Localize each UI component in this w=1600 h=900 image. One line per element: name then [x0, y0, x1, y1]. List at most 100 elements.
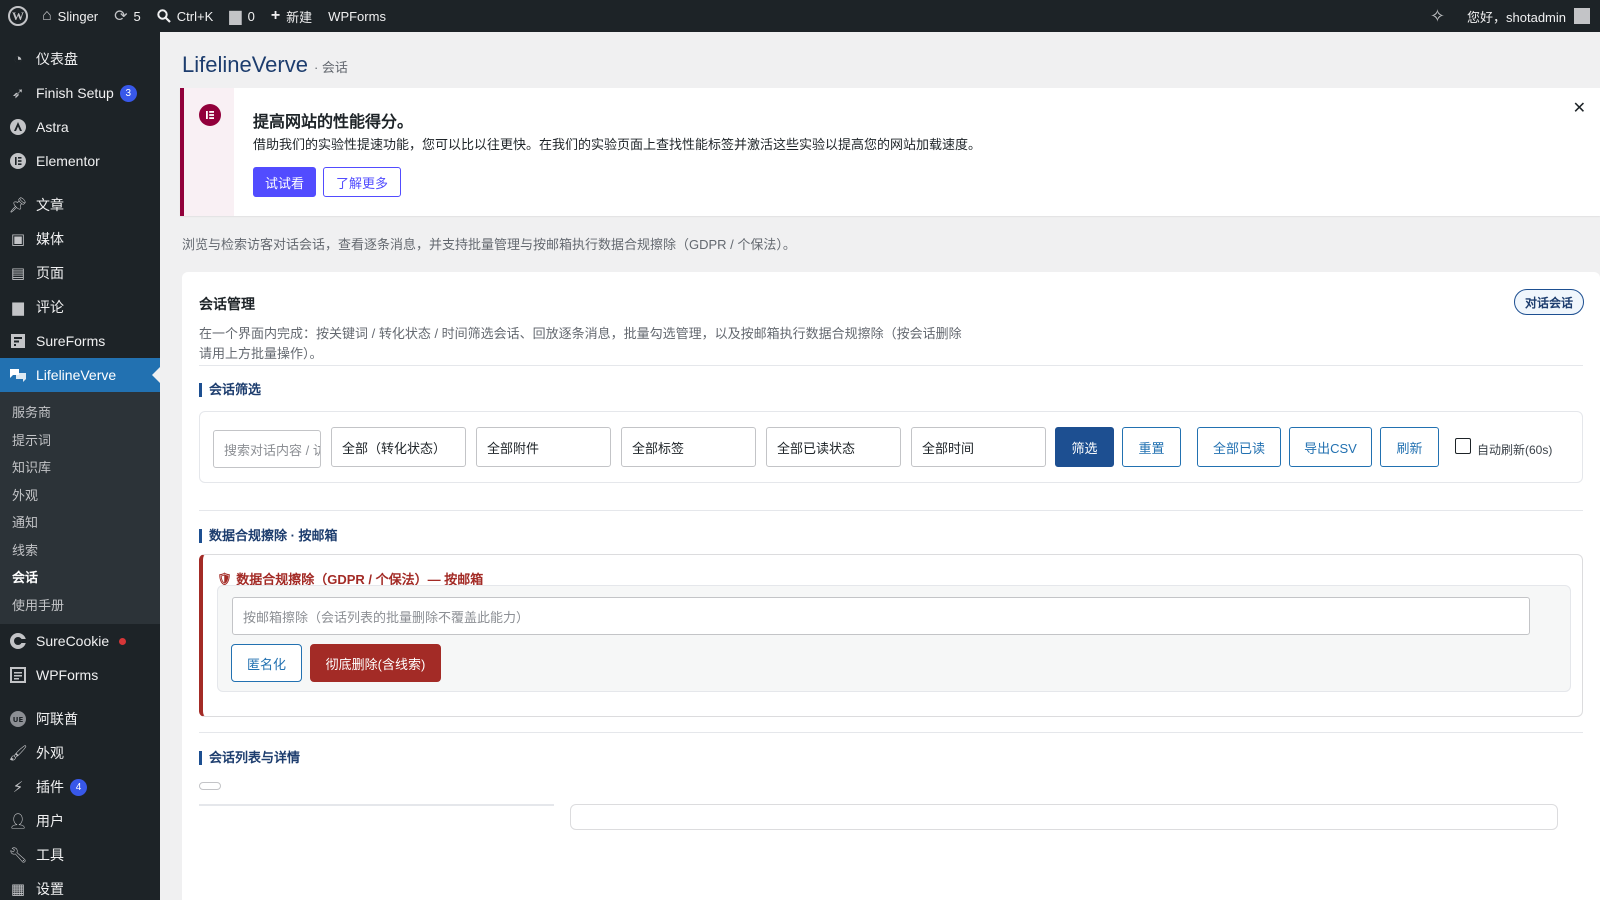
- filter-section-title: 会话筛选: [199, 383, 261, 397]
- reset-button[interactable]: 重置: [1122, 427, 1181, 467]
- media-icon: ▣: [10, 231, 26, 248]
- pin-icon: 📌︎: [8, 197, 28, 214]
- submenu-conversations[interactable]: 会话: [0, 563, 160, 591]
- list-toolbar-placeholder: [199, 782, 221, 790]
- menu-settings[interactable]: ▦ 设置: [0, 872, 160, 900]
- tag-select[interactable]: 全部标签: [621, 427, 756, 467]
- menu-uae[interactable]: UE 阿联酋: [0, 702, 160, 736]
- menu-label: 用户: [36, 813, 64, 829]
- count-badge: 3: [119, 84, 137, 102]
- settings-icon: ▦: [10, 881, 26, 898]
- comments-count: 0: [247, 8, 255, 24]
- ai-assistant-link[interactable]: ✧: [1422, 0, 1459, 32]
- surecookie-icon: [8, 631, 28, 651]
- comment-icon: ▆: [12, 299, 24, 316]
- submenu-prompts[interactable]: 提示词: [0, 426, 160, 454]
- attachment-select[interactable]: 全部附件: [476, 427, 611, 467]
- conversation-pill-badge: 对话会话: [1513, 289, 1584, 315]
- wrench-icon: 🔧︎: [8, 847, 28, 864]
- menu-label: LifelineVerve: [36, 367, 117, 383]
- erase-email-input[interactable]: 按邮箱擦除（会话列表的批量删除不覆盖此能力）: [232, 597, 1530, 635]
- submenu-knowledge-base[interactable]: 知识库: [0, 453, 160, 481]
- menu-wpforms[interactable]: WPForms: [0, 658, 160, 692]
- anonymize-button[interactable]: 匿名化: [231, 644, 302, 682]
- menu-sureforms[interactable]: SureForms: [0, 324, 160, 358]
- export-csv-button[interactable]: 导出CSV: [1289, 427, 1372, 467]
- menu-media[interactable]: ▣ 媒体: [0, 222, 160, 256]
- my-account-link[interactable]: 您好，shotadmin: [1459, 0, 1600, 32]
- menu-users[interactable]: 👤︎ 用户: [0, 804, 160, 838]
- search-link[interactable]: Ctrl+K: [149, 0, 221, 32]
- list-section-title: 会话列表与详情: [199, 751, 300, 765]
- auto-refresh-label: 自动刷新(60s): [1477, 443, 1553, 457]
- menu-appearance[interactable]: 🖌︎ 外观: [0, 736, 160, 770]
- read-state-select[interactable]: 全部已读状态: [766, 427, 901, 467]
- menu-posts[interactable]: 📌︎ 文章: [0, 188, 160, 222]
- notice-text: 借助我们的实验性提速功能，您可以比以往更快。在我们的实验页面上查找性能标签并激活…: [253, 137, 982, 152]
- menu-pages[interactable]: ▤ 页面: [0, 256, 160, 290]
- menu-label: 页面: [36, 265, 64, 281]
- lifelineverve-submenu: 服务商 提示词 知识库 外观 通知 线索 会话 使用手册: [0, 392, 160, 624]
- menu-surecookie[interactable]: SureCookie: [0, 624, 160, 658]
- ue-icon: UE: [8, 709, 28, 729]
- elementor-icon: [8, 151, 28, 171]
- updates-link[interactable]: ⟳ 5: [106, 0, 149, 32]
- conversion-status-select[interactable]: 全部（转化状态）: [331, 427, 466, 467]
- menu-label: 阿联酋: [36, 711, 78, 727]
- menu-label: Finish Setup: [36, 85, 114, 101]
- menu-astra[interactable]: Astra: [0, 110, 160, 144]
- close-icon[interactable]: ✕: [1573, 98, 1586, 118]
- submenu-appearance[interactable]: 外观: [0, 481, 160, 509]
- admin-bar: W ⌂ Slinger ⟳ 5 Ctrl+K ▆ 0 + 新建 WPForms …: [0, 0, 1600, 32]
- submenu-notifications[interactable]: 通知: [0, 508, 160, 536]
- sureforms-icon: [8, 331, 28, 351]
- menu-comments[interactable]: ▆ 评论: [0, 290, 160, 324]
- menu-plugins[interactable]: ⚡︎ 插件 4: [0, 770, 160, 804]
- page-intro: 浏览与检索访客对话会话，查看逐条消息，并支持批量管理与按邮箱执行数据合规擦除（G…: [182, 237, 796, 252]
- permanent-delete-button[interactable]: 彻底删除(含线索): [310, 644, 441, 682]
- page-title: LifelineVerve: [182, 52, 308, 77]
- gdpr-form: 按邮箱擦除（会话列表的批量删除不覆盖此能力） 匿名化 彻底删除(含线索): [217, 585, 1571, 692]
- menu-finish-setup[interactable]: ➶ Finish Setup 3: [0, 76, 160, 110]
- sparkle-icon: ✧: [1429, 5, 1446, 26]
- wpforms-adminbar-label: WPForms: [328, 8, 386, 24]
- menu-tools[interactable]: 🔧︎ 工具: [0, 838, 160, 872]
- brush-icon: 🖌︎: [8, 745, 28, 762]
- search-shortcut-label: Ctrl+K: [176, 8, 214, 24]
- elementor-performance-notice: 提高网站的性能得分。 借助我们的实验性提速功能，您可以比以往更快。在我们的实验页…: [180, 88, 1600, 216]
- rocket-icon: ➶: [11, 85, 25, 102]
- site-name-link[interactable]: ⌂ Slinger: [34, 0, 106, 32]
- comments-link[interactable]: ▆ 0: [221, 0, 263, 32]
- try-it-button[interactable]: 试试看: [253, 167, 317, 197]
- menu-label: 文章: [36, 197, 64, 213]
- notice-title: 提高网站的性能得分。: [253, 114, 414, 131]
- menu-elementor[interactable]: Elementor: [0, 144, 160, 178]
- chat-icon: [8, 365, 28, 385]
- auto-refresh-checkbox[interactable]: [1455, 438, 1471, 454]
- new-content-link[interactable]: + 新建: [263, 0, 320, 32]
- menu-dashboard[interactable]: ◔ 仪表盘: [0, 42, 160, 76]
- filter-button[interactable]: 筛选: [1055, 427, 1114, 467]
- wpforms-adminbar-link[interactable]: WPForms: [320, 0, 394, 32]
- user-icon: 👤︎: [8, 813, 28, 830]
- gdpr-erasure-panel: 🛡︎ 数据合规擦除（GDPR / 个保法）— 按邮箱 按邮箱擦除（会话列表的批量…: [199, 554, 1583, 717]
- learn-more-button[interactable]: 了解更多: [323, 167, 402, 197]
- refresh-button[interactable]: 刷新: [1380, 427, 1439, 467]
- conversation-list-panel: [199, 804, 554, 806]
- submenu-providers[interactable]: 服务商: [0, 398, 160, 426]
- elementor-icon: [199, 104, 221, 126]
- menu-label: 媒体: [36, 231, 64, 247]
- main-content: LifelineVerve · 会话 提高网站的性能得分。 借助我们的实验性提速…: [160, 32, 1600, 900]
- greeting-label: 您好，shotadmin: [1467, 9, 1566, 25]
- refresh-icon: ⟳: [114, 8, 128, 25]
- time-range-select[interactable]: 全部时间: [911, 427, 1046, 467]
- menu-lifelineverve[interactable]: LifelineVerve: [0, 358, 160, 392]
- wordpress-logo-icon[interactable]: W: [8, 6, 28, 26]
- menu-label: 设置: [36, 881, 64, 897]
- submenu-manual[interactable]: 使用手册: [0, 591, 160, 619]
- search-input[interactable]: 搜索对话内容 / 访客: [213, 430, 321, 468]
- notification-dot: [119, 637, 127, 645]
- conversation-management-card: 会话管理 对话会话 在一个界面内完成：按关键词 / 转化状态 / 时间筛选会话、…: [182, 272, 1600, 900]
- mark-all-read-button[interactable]: 全部已读: [1197, 427, 1281, 467]
- submenu-leads[interactable]: 线索: [0, 536, 160, 564]
